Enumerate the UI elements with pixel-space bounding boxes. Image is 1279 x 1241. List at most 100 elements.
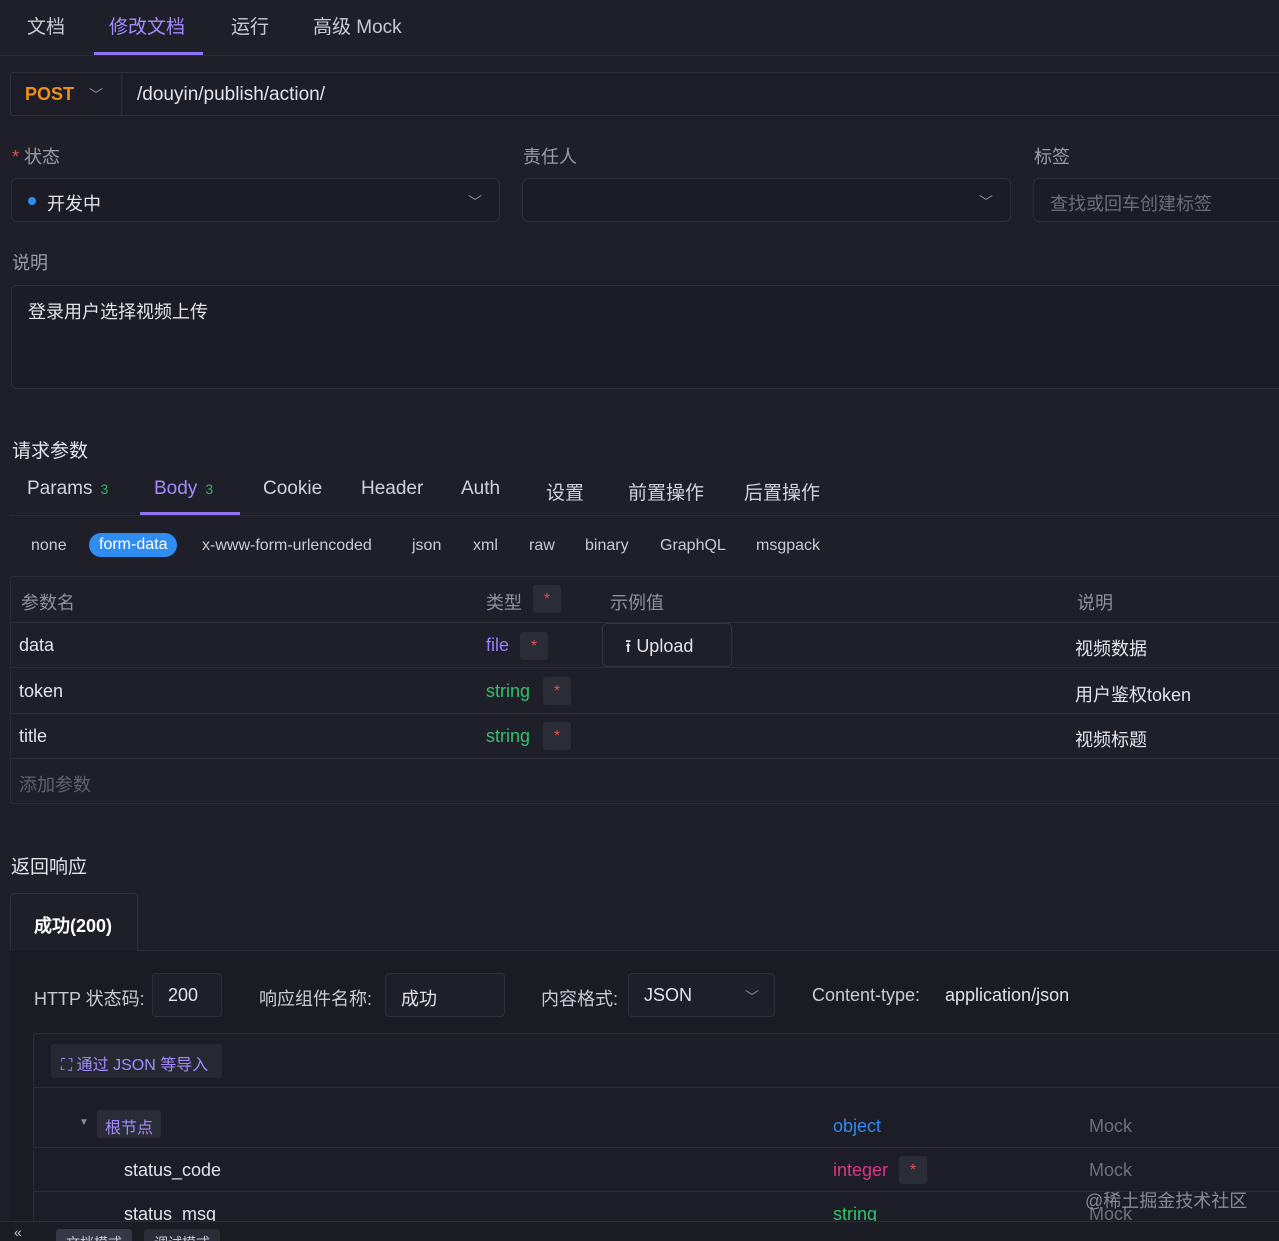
- tab-auth[interactable]: Auth: [461, 478, 500, 500]
- required-mark: *: [533, 585, 561, 613]
- param-type[interactable]: file: [486, 635, 509, 656]
- divider: [11, 713, 1279, 714]
- body-type-graphql[interactable]: GraphQL: [660, 537, 726, 555]
- param-type[interactable]: string: [486, 681, 530, 702]
- status-value: 开发中: [47, 194, 101, 214]
- content-format-value: JSON: [644, 985, 693, 1005]
- column-header-name: 参数名: [21, 593, 75, 613]
- owner-select[interactable]: ﹀: [522, 178, 1011, 222]
- tags-input[interactable]: 查找或回车创建标签: [1033, 178, 1279, 222]
- column-header-description: 说明: [1077, 593, 1113, 613]
- param-name[interactable]: token: [19, 681, 63, 702]
- content-type-value: application/json: [945, 985, 1070, 1005]
- required-toggle[interactable]: *: [543, 677, 571, 705]
- watermark: @稀土掘金技术社区: [1085, 1191, 1248, 1211]
- param-name[interactable]: title: [19, 726, 47, 747]
- description-value: 登录用户选择视频上传: [28, 302, 208, 322]
- body-type-urlencoded[interactable]: x-www-form-urlencoded: [202, 537, 372, 555]
- content-format-select[interactable]: JSON ﹀: [628, 973, 775, 1017]
- param-type[interactable]: string: [486, 726, 530, 747]
- tab-cookie[interactable]: Cookie: [263, 478, 322, 500]
- top-tab-bar: 文档 修改文档 运行 高级 Mock: [0, 0, 1279, 56]
- chevron-down-icon[interactable]: ﹀: [89, 85, 103, 105]
- required-toggle[interactable]: *: [520, 632, 548, 660]
- status-dot: [28, 197, 36, 205]
- column-header-example: 示例值: [610, 593, 664, 613]
- chevron-down-icon: ﹀: [745, 989, 759, 1005]
- tab-body[interactable]: Body 3: [154, 478, 213, 500]
- status-code-label: HTTP 状态码:: [34, 989, 145, 1009]
- body-count-badge: 3: [205, 481, 214, 497]
- status-select[interactable]: 开发中 ﹀: [11, 178, 500, 222]
- param-description[interactable]: 视频标题: [1075, 726, 1147, 752]
- tab-edit-docs[interactable]: 修改文档: [109, 12, 185, 39]
- tab-params-label: Params: [27, 478, 93, 499]
- mode-tab-docs[interactable]: 文档模式: [56, 1229, 132, 1241]
- divider: [11, 667, 1279, 668]
- status-code-input[interactable]: 200: [152, 973, 222, 1017]
- root-node-label: 根节点: [97, 1110, 161, 1138]
- component-name-input[interactable]: 成功: [385, 973, 505, 1017]
- divider: [121, 73, 122, 115]
- tab-run[interactable]: 运行: [231, 12, 269, 39]
- params-count-badge: 3: [100, 481, 109, 497]
- param-description[interactable]: 用户鉴权token: [1075, 681, 1191, 707]
- divider: [34, 1087, 1279, 1088]
- field-type[interactable]: integer: [833, 1160, 888, 1181]
- chevron-down-icon: ﹀: [468, 194, 482, 210]
- params-table: 参数名 类型 * 示例值 说明 data file * ⭱ Upload 视频数…: [10, 576, 1279, 804]
- import-label: 通过 JSON 等导入: [76, 1057, 209, 1074]
- active-tab-underline: [140, 512, 240, 515]
- divider: [11, 758, 1279, 759]
- body-type-form-data[interactable]: form-data: [89, 533, 178, 557]
- method-select[interactable]: POST: [25, 84, 74, 105]
- tab-params[interactable]: Params 3: [27, 478, 108, 500]
- status-label-text: 状态: [24, 147, 61, 167]
- add-param-input[interactable]: 添加参数: [19, 771, 91, 797]
- component-name-label: 响应组件名称:: [259, 989, 373, 1009]
- tab-pre-actions[interactable]: 前置操作: [628, 478, 704, 505]
- description-textarea[interactable]: 登录用户选择视频上传: [11, 285, 1279, 389]
- param-description[interactable]: 视频数据: [1075, 635, 1147, 661]
- body-type-none[interactable]: none: [31, 537, 67, 555]
- import-json-button[interactable]: ⛶ 通过 JSON 等导入: [51, 1044, 222, 1078]
- divider: [138, 950, 1279, 951]
- required-toggle[interactable]: *: [543, 722, 571, 750]
- upload-label: Upload: [636, 636, 694, 656]
- request-params-title: 请求参数: [12, 441, 89, 462]
- active-tab-underline: [94, 52, 203, 55]
- collapse-icon[interactable]: «: [14, 1224, 22, 1240]
- response-title: 返回响应: [11, 857, 88, 878]
- required-toggle[interactable]: *: [899, 1156, 927, 1184]
- tab-settings[interactable]: 设置: [546, 478, 584, 505]
- tab-post-actions[interactable]: 后置操作: [744, 478, 820, 505]
- chevron-down-icon: ﹀: [979, 194, 993, 210]
- column-header-type: 类型: [486, 593, 522, 613]
- url-path-input[interactable]: /douyin/publish/action/: [137, 84, 325, 106]
- body-type-xml[interactable]: xml: [473, 537, 498, 555]
- request-url-bar: POST ﹀ /douyin/publish/action/: [10, 72, 1279, 116]
- body-type-binary[interactable]: binary: [585, 537, 629, 555]
- divider: [34, 1147, 1279, 1148]
- field-mock[interactable]: Mock: [1089, 1160, 1132, 1181]
- caret-down-icon[interactable]: ▼: [79, 1117, 89, 1128]
- body-type-msgpack[interactable]: msgpack: [756, 537, 820, 555]
- required-mark: *: [12, 147, 25, 167]
- param-name[interactable]: data: [19, 635, 54, 656]
- mode-tab-debug[interactable]: 调试模式: [144, 1229, 220, 1241]
- tab-advanced-mock[interactable]: 高级 Mock: [313, 12, 402, 39]
- tab-docs[interactable]: 文档: [27, 12, 65, 39]
- tab-header[interactable]: Header: [361, 478, 423, 500]
- import-icon: ⛶: [61, 1057, 77, 1074]
- body-type-json[interactable]: json: [412, 537, 441, 555]
- body-type-raw[interactable]: raw: [529, 537, 555, 555]
- content-type-label: Content-type:: [812, 985, 921, 1005]
- root-mock[interactable]: Mock: [1089, 1116, 1132, 1137]
- content-format-label: 内容格式:: [541, 989, 619, 1009]
- tab-body-label: Body: [154, 478, 198, 499]
- upload-button[interactable]: ⭱ Upload: [602, 623, 732, 667]
- root-type[interactable]: object: [833, 1116, 881, 1137]
- description-label: 说明: [12, 253, 48, 273]
- field-name[interactable]: status_code: [124, 1160, 221, 1181]
- response-tab-success[interactable]: 成功(200): [10, 893, 138, 951]
